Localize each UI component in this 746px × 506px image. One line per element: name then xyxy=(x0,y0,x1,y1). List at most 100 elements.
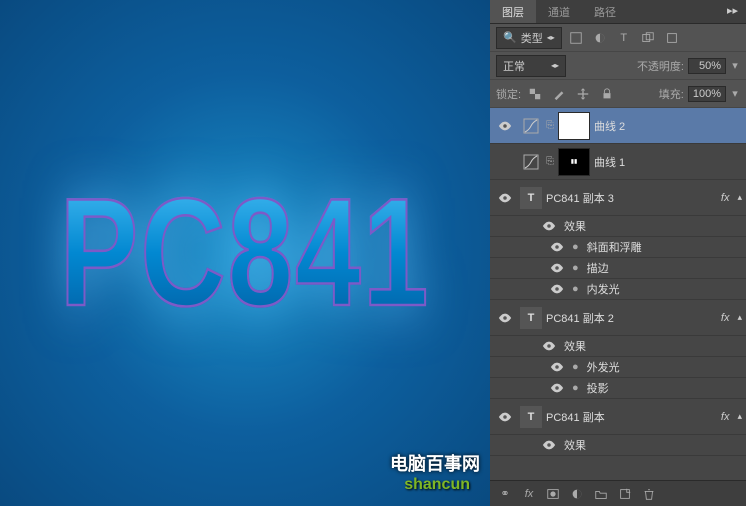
opacity-input[interactable]: 50% xyxy=(688,58,726,74)
curves-adjustment-icon xyxy=(520,152,542,172)
effects-header[interactable]: 效果 xyxy=(490,336,746,357)
lock-label: 锁定: xyxy=(496,86,521,102)
visibility-toggle[interactable] xyxy=(538,221,560,231)
visibility-toggle[interactable] xyxy=(546,242,568,252)
layer-mask-thumb[interactable] xyxy=(558,112,590,140)
layer-row[interactable]: TPC841 副本 fx ▴ xyxy=(490,399,746,435)
visibility-toggle[interactable] xyxy=(494,121,516,131)
document-canvas[interactable]: PC841 电脑百事网 shancun xyxy=(0,0,490,506)
visibility-toggle[interactable] xyxy=(494,193,516,203)
fx-badge[interactable]: fx xyxy=(721,312,730,324)
search-icon: 🔍 xyxy=(503,31,517,44)
lock-all-icon[interactable] xyxy=(597,85,617,103)
filter-type-icon[interactable]: T xyxy=(614,29,634,47)
effect-name: 内发光 xyxy=(587,281,742,297)
filter-kind-label: 类型 xyxy=(521,30,543,46)
type-layer-icon: T xyxy=(520,307,542,329)
layers-list: ⎘曲线 2⎘▮▮曲线 1TPC841 副本 3fx▴效果●斜面和浮雕●描边●内发… xyxy=(490,108,746,480)
effects-header[interactable]: 效果 xyxy=(490,435,746,456)
layer-mask-thumb[interactable]: ▮▮ xyxy=(558,148,590,176)
tab-layers[interactable]: 图层 xyxy=(490,0,536,23)
visibility-toggle[interactable] xyxy=(546,362,568,372)
effect-item[interactable]: ●斜面和浮雕 xyxy=(490,237,746,258)
lock-transparency-icon[interactable] xyxy=(525,85,545,103)
filter-smart-icon[interactable] xyxy=(662,29,682,47)
fill-input[interactable]: 100% xyxy=(688,86,726,102)
bullet-icon: ● xyxy=(572,283,579,295)
effects-header[interactable]: 效果 xyxy=(490,216,746,237)
layer-name[interactable]: 曲线 2 xyxy=(594,118,742,134)
type-layer-icon: T xyxy=(520,406,542,428)
watermark-2: shancun xyxy=(404,476,470,494)
blend-mode-dropdown[interactable]: 正常 ◂▸ xyxy=(496,55,566,77)
filter-adjustment-icon[interactable] xyxy=(590,29,610,47)
layer-name[interactable]: PC841 副本 3 xyxy=(546,190,717,206)
curves-adjustment-icon xyxy=(520,116,542,136)
bullet-icon: ● xyxy=(572,361,579,373)
effect-item[interactable]: ● 内发光 xyxy=(490,279,746,300)
lock-row: 锁定: 填充: 100% ▾ xyxy=(490,80,746,108)
effect-item[interactable]: ● 投影 xyxy=(490,378,746,399)
lock-position-icon[interactable] xyxy=(573,85,593,103)
new-layer-icon[interactable] xyxy=(614,484,636,504)
layer-row[interactable]: TPC841 副本 2 fx ▴ xyxy=(490,300,746,336)
layer-row[interactable]: ⎘ 曲线 2 xyxy=(490,108,746,144)
tab-channels[interactable]: 通道 xyxy=(536,0,582,23)
effects-label: 效果 xyxy=(564,218,742,234)
filter-kind-dropdown[interactable]: 🔍 类型 ◂▸ xyxy=(496,27,562,49)
canvas-text-layer: PC841 xyxy=(60,165,431,342)
panel-menu-icon[interactable]: ▸▸ xyxy=(719,0,746,23)
effect-name: 斜面和浮雕 xyxy=(587,239,742,255)
bullet-icon: ● xyxy=(572,382,579,394)
dropdown-arrows-icon: ◂▸ xyxy=(551,62,559,70)
visibility-toggle[interactable] xyxy=(546,383,568,393)
fx-badge[interactable]: fx xyxy=(721,192,730,204)
filter-row: 🔍 类型 ◂▸ T xyxy=(490,24,746,52)
fx-collapse-icon[interactable]: ▴ xyxy=(737,312,742,323)
layer-row[interactable]: ⎘ ▮▮曲线 1 xyxy=(490,144,746,180)
layer-name[interactable]: PC841 副本 xyxy=(546,409,717,425)
fx-badge[interactable]: fx xyxy=(721,411,730,423)
fx-collapse-icon[interactable]: ▴ xyxy=(737,411,742,422)
filter-pixel-icon[interactable] xyxy=(566,29,586,47)
bullet-icon: ● xyxy=(572,262,579,274)
link-icon: ⎘ xyxy=(546,156,554,167)
layers-panel: 图层 通道 路径 ▸▸ 🔍 类型 ◂▸ T 正常 ◂▸ 不透明度: 50% ▾ … xyxy=(490,0,746,506)
group-icon[interactable] xyxy=(590,484,612,504)
opacity-label: 不透明度: xyxy=(637,58,684,74)
fill-slider-icon[interactable]: ▾ xyxy=(730,85,740,103)
visibility-toggle[interactable] xyxy=(546,284,568,294)
fx-collapse-icon[interactable]: ▴ xyxy=(737,192,742,203)
layer-row[interactable]: TPC841 副本 3 fx ▴ xyxy=(490,180,746,216)
layer-name[interactable]: PC841 副本 2 xyxy=(546,310,717,326)
blend-row: 正常 ◂▸ 不透明度: 50% ▾ xyxy=(490,52,746,80)
link-layers-icon[interactable]: ⚭ xyxy=(494,484,516,504)
effect-name: 投影 xyxy=(587,380,742,396)
visibility-toggle[interactable] xyxy=(494,313,516,323)
visibility-toggle[interactable] xyxy=(494,412,516,422)
delete-layer-icon[interactable] xyxy=(638,484,660,504)
effect-item[interactable]: ● 描边 xyxy=(490,258,746,279)
fill-label: 填充: xyxy=(659,86,684,102)
filter-shape-icon[interactable] xyxy=(638,29,658,47)
tab-paths[interactable]: 路径 xyxy=(582,0,628,23)
effect-name: 外发光 xyxy=(587,359,742,375)
effect-name: 描边 xyxy=(587,260,742,276)
visibility-toggle[interactable] xyxy=(546,263,568,273)
opacity-slider-icon[interactable]: ▾ xyxy=(730,57,740,75)
visibility-toggle[interactable] xyxy=(538,341,560,351)
blend-mode-value: 正常 xyxy=(503,58,525,74)
lock-pixels-icon[interactable] xyxy=(549,85,569,103)
effects-label: 效果 xyxy=(564,437,742,453)
effect-item[interactable]: ● 外发光 xyxy=(490,357,746,378)
type-layer-icon: T xyxy=(520,187,542,209)
layer-name[interactable]: 曲线 1 xyxy=(594,154,742,170)
layer-mask-icon[interactable] xyxy=(542,484,564,504)
effects-label: 效果 xyxy=(564,338,742,354)
layers-bottom-bar: ⚭ fx xyxy=(490,480,746,506)
visibility-toggle[interactable] xyxy=(538,440,560,450)
dropdown-arrows-icon: ◂▸ xyxy=(547,34,555,42)
link-icon: ⎘ xyxy=(546,120,554,131)
layer-style-icon[interactable]: fx xyxy=(518,484,540,504)
adjustment-layer-icon[interactable] xyxy=(566,484,588,504)
